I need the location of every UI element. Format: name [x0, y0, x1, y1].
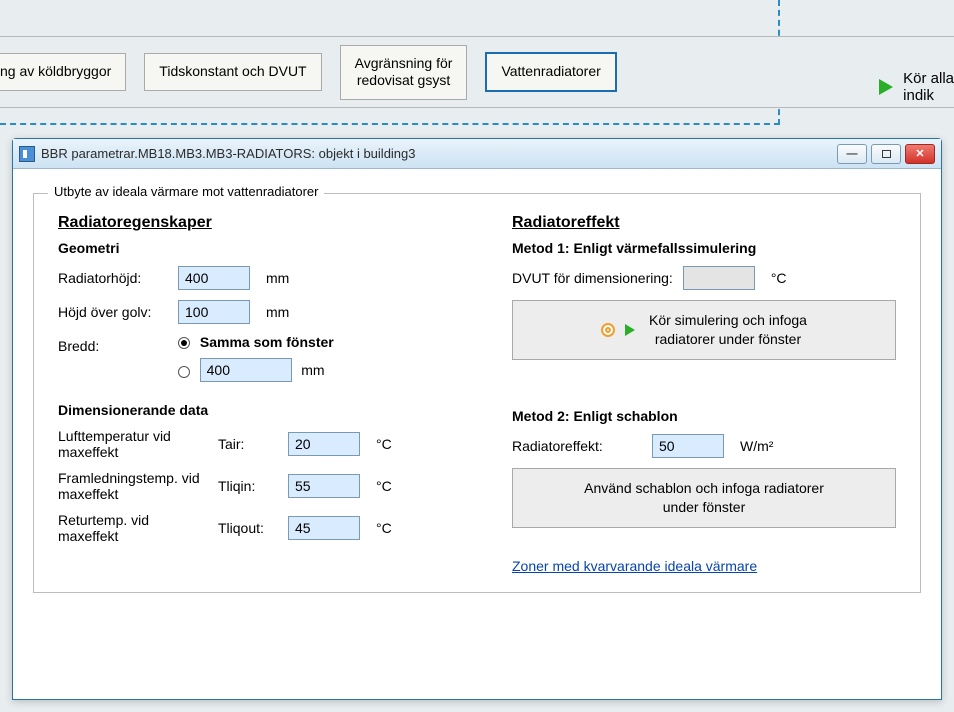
- heading-radiator-effect: Radiatoreffekt: [512, 214, 896, 232]
- close-button[interactable]: ✕: [905, 144, 935, 164]
- input-width[interactable]: [200, 358, 292, 382]
- sym-tair: Tair:: [218, 436, 278, 452]
- app-icon: [19, 146, 35, 162]
- zones-link[interactable]: Zoner med kvarvarande ideala värmare: [512, 558, 757, 574]
- input-rad-effect[interactable]: [652, 434, 724, 458]
- titlebar[interactable]: BBR parametrar.MB18.MB3.MB3-RADIATORS: o…: [13, 139, 941, 169]
- dialog-title: BBR parametrar.MB18.MB3.MB3-RADIATORS: o…: [41, 146, 416, 161]
- run-all-label[interactable]: Kör alla indik: [903, 70, 954, 104]
- run-simulation-button[interactable]: Kör simulering och infoga radiatorer und…: [512, 300, 896, 360]
- heading-radiator-props: Radiatoregenskaper: [58, 214, 478, 232]
- tab-bar: ng av köldbryggor Tidskonstant och DVUT …: [0, 36, 954, 108]
- label-tliqout: Returtemp. vid maxeffekt: [58, 512, 208, 544]
- label-width: Bredd:: [58, 334, 168, 354]
- unit-tliqout: °C: [376, 520, 392, 536]
- minimize-button[interactable]: —: [837, 144, 867, 164]
- unit-tair: °C: [376, 436, 392, 452]
- label-tair: Lufttemperatur vid maxeffekt: [58, 428, 208, 460]
- use-schablon-button[interactable]: Använd schablon och infoga radiatorer un…: [512, 468, 896, 528]
- play-icon: [879, 79, 893, 95]
- group-radiator-exchange: Utbyte av ideala värmare mot vattenradia…: [33, 193, 921, 593]
- label-rad-effect: Radiatoreffekt:: [512, 438, 642, 454]
- subhead-dim-data: Dimensionerande data: [58, 402, 478, 418]
- subhead-geometry: Geometri: [58, 240, 478, 256]
- input-dvut[interactable]: [683, 266, 755, 290]
- tab-cold-bridges[interactable]: ng av köldbryggor: [0, 53, 126, 91]
- run-simulation-label: Kör simulering och infoga radiatorer und…: [649, 311, 807, 349]
- radio-width-same[interactable]: [178, 337, 190, 349]
- label-tliqin: Framledningstemp. vid maxeffekt: [58, 470, 208, 502]
- unit-radiator-height: mm: [266, 270, 289, 286]
- play-icon: [625, 324, 635, 336]
- input-tliqin[interactable]: [288, 474, 360, 498]
- unit-dvut: °C: [771, 270, 787, 286]
- radio-width-same-label: Samma som fönster: [200, 334, 334, 350]
- unit-width: mm: [301, 362, 324, 378]
- label-radiator-height: Radiatorhöjd:: [58, 270, 168, 286]
- unit-above-floor: mm: [266, 304, 289, 320]
- subhead-method2: Metod 2: Enligt schablon: [512, 408, 896, 424]
- label-dvut: DVUT för dimensionering:: [512, 270, 673, 286]
- unit-tliqin: °C: [376, 478, 392, 494]
- label-above-floor: Höjd över golv:: [58, 304, 168, 320]
- radiators-dialog: BBR parametrar.MB18.MB3.MB3-RADIATORS: o…: [12, 138, 942, 700]
- tab-avgransning[interactable]: Avgränsning för redovisat gsyst: [340, 45, 468, 100]
- run-panel: Kör alla indik: [879, 70, 954, 104]
- sym-tliqout: Tliqout:: [218, 520, 278, 536]
- input-tair[interactable]: [288, 432, 360, 456]
- group-legend: Utbyte av ideala värmare mot vattenradia…: [48, 184, 324, 199]
- maximize-button[interactable]: [871, 144, 901, 164]
- tab-water-radiators[interactable]: Vattenradiatorer: [485, 52, 616, 92]
- input-above-floor[interactable]: [178, 300, 250, 324]
- input-radiator-height[interactable]: [178, 266, 250, 290]
- input-tliqout[interactable]: [288, 516, 360, 540]
- tab-time-constant[interactable]: Tidskonstant och DVUT: [144, 53, 321, 91]
- radio-width-custom[interactable]: [178, 366, 190, 378]
- subhead-method1: Metod 1: Enligt värmefallssimulering: [512, 240, 896, 256]
- target-icon: [601, 323, 615, 337]
- unit-rad-effect: W/m²: [740, 438, 773, 454]
- sym-tliqin: Tliqin:: [218, 478, 278, 494]
